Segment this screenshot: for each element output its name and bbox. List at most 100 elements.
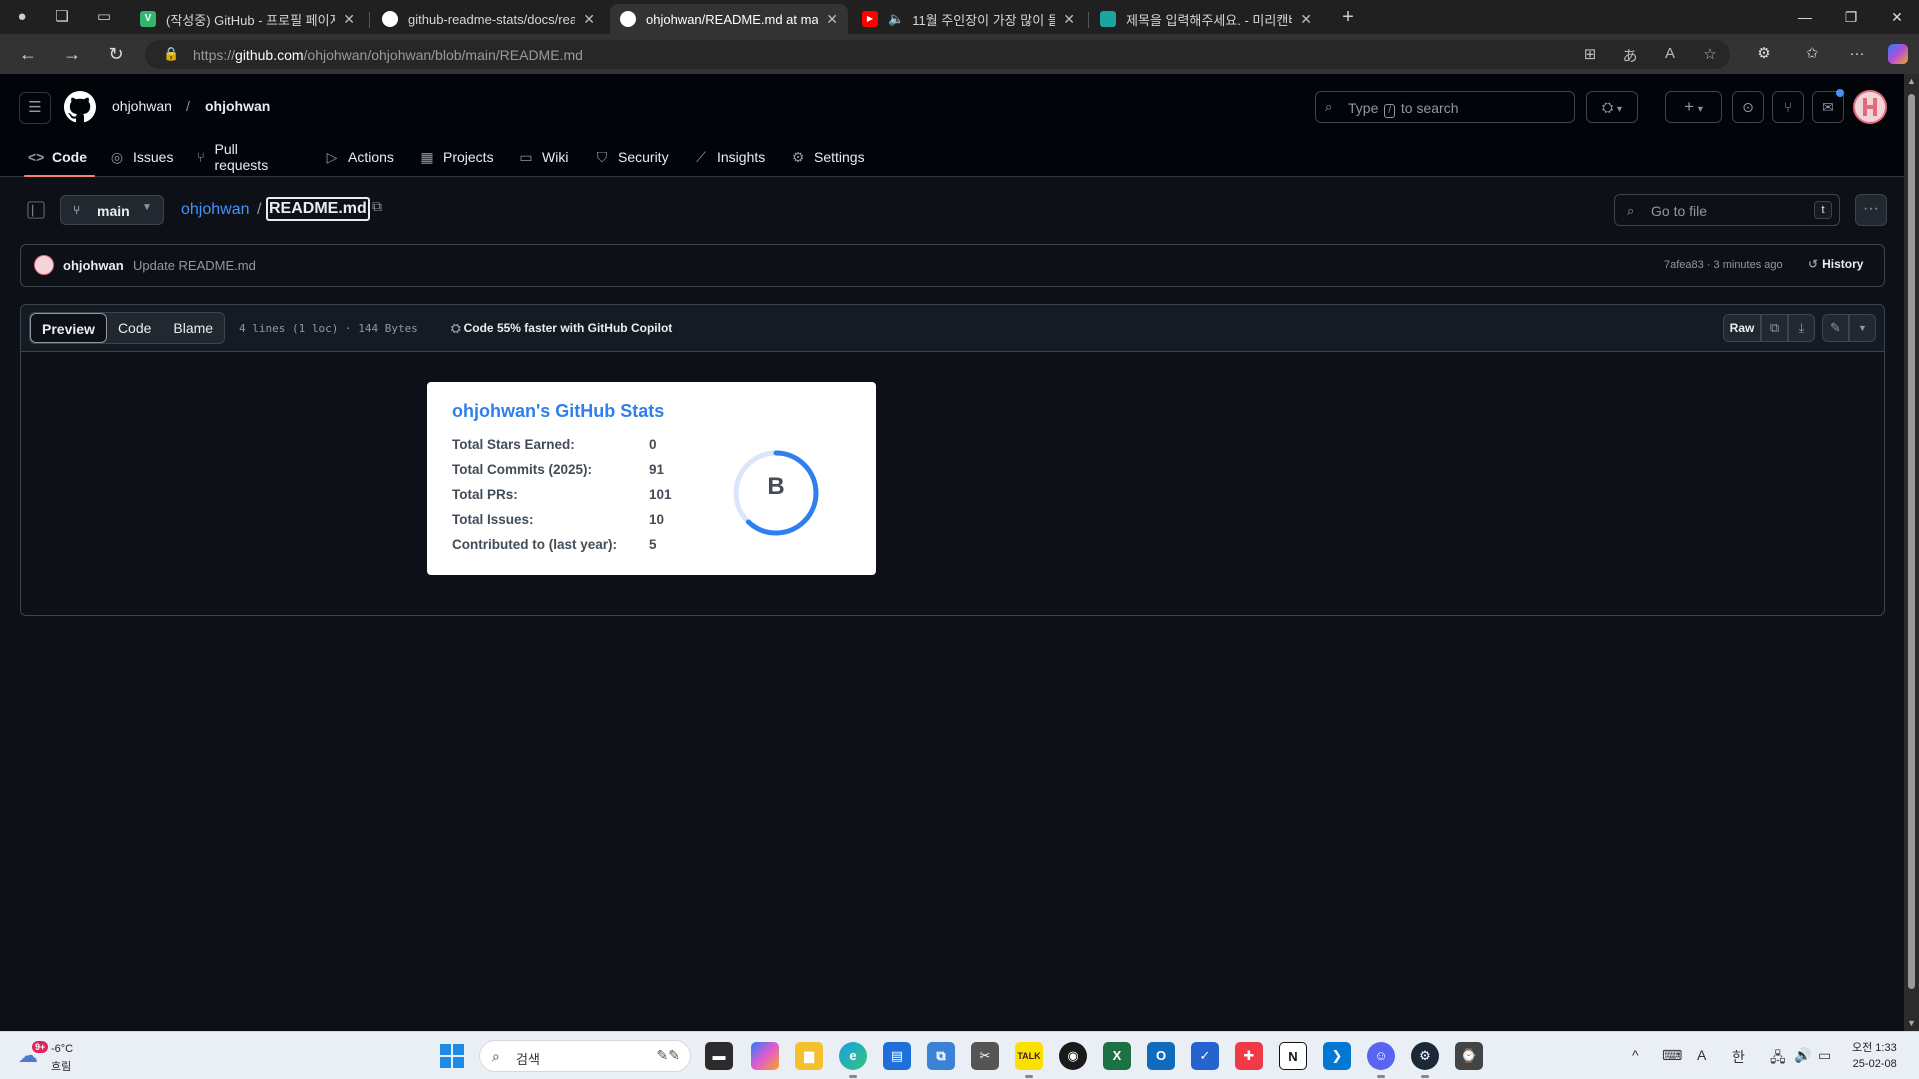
lock-icon[interactable]: 🔒 [163, 46, 179, 62]
tab-insights[interactable]: ⟋ Insights [693, 137, 765, 177]
file-explorer-icon[interactable]: ▆ [795, 1042, 823, 1070]
ime-language[interactable]: 한 [1732, 1047, 1745, 1067]
issues-icon[interactable]: ⊙ [1732, 91, 1764, 123]
tab-actions-icon[interactable]: ▭ [92, 6, 116, 28]
close-tab-icon[interactable]: ✕ [1063, 11, 1075, 28]
commit-message[interactable]: Update README.md [133, 258, 256, 273]
scroll-down-icon[interactable]: ▼ [1906, 1018, 1917, 1028]
address-bar[interactable]: 🔒 https://github.com/ohjohwan/ohjohwan/b… [145, 40, 1730, 69]
download-icon[interactable]: ⤓ [1788, 314, 1815, 342]
browser-tab-active[interactable]: ohjohwan/README.md at main · c ✕ [610, 4, 848, 34]
menu-icon[interactable]: ☰ [19, 92, 51, 124]
restore-button[interactable]: ❐ [1836, 6, 1866, 28]
puzzle-app-icon[interactable]: ✚ [1235, 1042, 1263, 1070]
settings-more-icon[interactable]: ··· [1845, 43, 1869, 65]
copilot-promo-link[interactable]: ⛭ Code 55% faster with GitHub Copilot [451, 321, 672, 336]
browser-tab-2[interactable]: github-readme-stats/docs/readm ✕ [372, 4, 605, 34]
create-new-button[interactable]: + ▾ [1665, 91, 1722, 123]
store-icon[interactable]: ▤ [883, 1042, 911, 1070]
commit-author[interactable]: ohjohwan [63, 258, 124, 273]
close-tab-icon[interactable]: ✕ [1300, 11, 1312, 28]
windows-start-icon[interactable] [440, 1044, 464, 1068]
tab-wiki[interactable]: ▭ Wiki [518, 137, 568, 177]
go-to-file-input[interactable]: ⌕ Go to file t [1614, 194, 1840, 226]
close-window-button[interactable]: ✕ [1882, 6, 1912, 28]
raw-button[interactable]: Raw [1723, 314, 1761, 342]
edge-browser-icon[interactable]: e [839, 1042, 867, 1078]
extensions-icon[interactable]: ⚙ [1752, 43, 1776, 65]
commit-author-avatar[interactable] [34, 255, 54, 275]
address-url[interactable]: https://github.com/ohjohwan/ohjohwan/blo… [193, 47, 583, 63]
ime-mode[interactable]: A [1697, 1047, 1706, 1063]
github-logo-icon[interactable] [64, 91, 96, 123]
tab-preview[interactable]: Preview [30, 313, 107, 343]
tab-security[interactable]: ⛉ Security [594, 137, 669, 177]
tab-code[interactable]: <> Code [24, 137, 95, 177]
breadcrumb-owner[interactable]: ohjohwan [112, 98, 172, 114]
read-aloud-icon[interactable]: A [1659, 45, 1681, 62]
system-clock[interactable]: 오전 1:33 25-02-08 [1852, 1040, 1897, 1072]
task-view-icon[interactable]: ▬ [705, 1042, 733, 1070]
profile-icon[interactable]: ● [10, 6, 34, 28]
tab-code-view[interactable]: Code [107, 313, 162, 343]
copilot-app-icon[interactable] [751, 1042, 779, 1070]
forward-icon[interactable]: → [60, 43, 84, 65]
branch-selector[interactable]: ⑂ main ▼ [60, 195, 164, 225]
tab-actions[interactable]: ▷ Actions [324, 137, 394, 177]
copilot-menu-button[interactable]: ⛭ ▾ [1586, 91, 1638, 123]
tab-pull-requests[interactable]: ⑂ Pull requests [195, 137, 273, 177]
tray-overflow-icon[interactable]: ^ [1632, 1047, 1639, 1063]
speaker-icon[interactable]: 🔈 [888, 11, 904, 27]
tab-issues[interactable]: ◎ Issues [109, 137, 174, 177]
minimize-button[interactable]: — [1790, 6, 1820, 28]
translate-icon[interactable]: あ [1619, 45, 1641, 66]
copy-raw-icon[interactable]: ⧉ [1761, 314, 1788, 342]
steam-icon[interactable]: ⚙ [1411, 1042, 1439, 1078]
browser-tab-1[interactable]: V (작성중) GitHub - 프로필 페이지 ✕ [130, 4, 365, 34]
kakaotalk-icon[interactable]: TALK [1015, 1042, 1043, 1078]
global-search-input[interactable]: ⌕ Type / to search [1315, 91, 1575, 123]
copilot-icon[interactable] [1888, 44, 1908, 64]
weather-widget[interactable]: ☁ 9+ -6°C 흐림 [18, 1041, 118, 1073]
app-available-icon[interactable]: ⊞ [1579, 45, 1601, 63]
path-repo-link[interactable]: ohjohwan [181, 201, 250, 219]
scrollbar-thumb[interactable] [1908, 94, 1915, 989]
photos-icon[interactable]: ⧉ [927, 1042, 955, 1070]
new-tab-button[interactable]: + [1336, 6, 1360, 28]
taskbar-search-input[interactable]: ⌕ 검색 ✎✎ [479, 1040, 691, 1072]
volume-icon[interactable]: 🔊 [1794, 1047, 1811, 1064]
history-button[interactable]: ↺ History [1808, 257, 1863, 271]
close-tab-icon[interactable]: ✕ [583, 11, 595, 28]
breadcrumb-repo[interactable]: ohjohwan [205, 98, 270, 114]
tab-settings[interactable]: ⚙ Settings [790, 137, 865, 177]
sidebar-toggle-icon[interactable]: ▏ [27, 201, 45, 219]
edit-pencil-icon[interactable]: ✎ [1822, 314, 1849, 342]
network-icon[interactable]: 🖧 [1770, 1047, 1786, 1071]
workspaces-icon[interactable]: ❏ [50, 6, 74, 28]
notion-icon[interactable]: N [1279, 1042, 1307, 1070]
tab-projects[interactable]: ▦ Projects [419, 137, 493, 177]
app-icon[interactable]: ⌚ [1455, 1042, 1483, 1070]
refresh-icon[interactable]: ↻ [104, 43, 128, 65]
close-tab-icon[interactable]: ✕ [343, 11, 355, 28]
discord-icon[interactable]: ☺ [1367, 1042, 1395, 1078]
page-scrollbar[interactable]: ▲ ▼ [1904, 74, 1919, 1031]
snipping-tool-icon[interactable]: ✂ [971, 1042, 999, 1070]
back-icon[interactable]: ← [16, 43, 40, 65]
copy-path-icon[interactable]: ⧉ [372, 198, 382, 215]
favorite-star-icon[interactable]: ☆ [1699, 45, 1721, 63]
commit-meta[interactable]: 7afea83 · 3 minutes ago [1664, 259, 1783, 271]
chevron-down-icon[interactable]: ▼ [1849, 314, 1876, 342]
browser-tab-5[interactable]: 제목을 입력해주세요. - 미리캔버스 ✕ [1090, 4, 1322, 34]
close-tab-icon[interactable]: ✕ [826, 11, 838, 28]
vscode-icon[interactable]: ❯ [1323, 1042, 1351, 1070]
favorites-icon[interactable]: ✩ [1800, 43, 1824, 65]
alien-app-icon[interactable]: ◉ [1059, 1042, 1087, 1070]
battery-icon[interactable]: ▭ [1818, 1047, 1831, 1064]
tab-blame[interactable]: Blame [162, 313, 224, 343]
user-avatar[interactable] [1853, 90, 1887, 124]
more-options-button[interactable]: ··· [1855, 194, 1887, 226]
todo-icon[interactable]: ✓ [1191, 1042, 1219, 1070]
outlook-icon[interactable]: O [1147, 1042, 1175, 1070]
pull-requests-icon[interactable]: ⑂ [1772, 91, 1804, 123]
